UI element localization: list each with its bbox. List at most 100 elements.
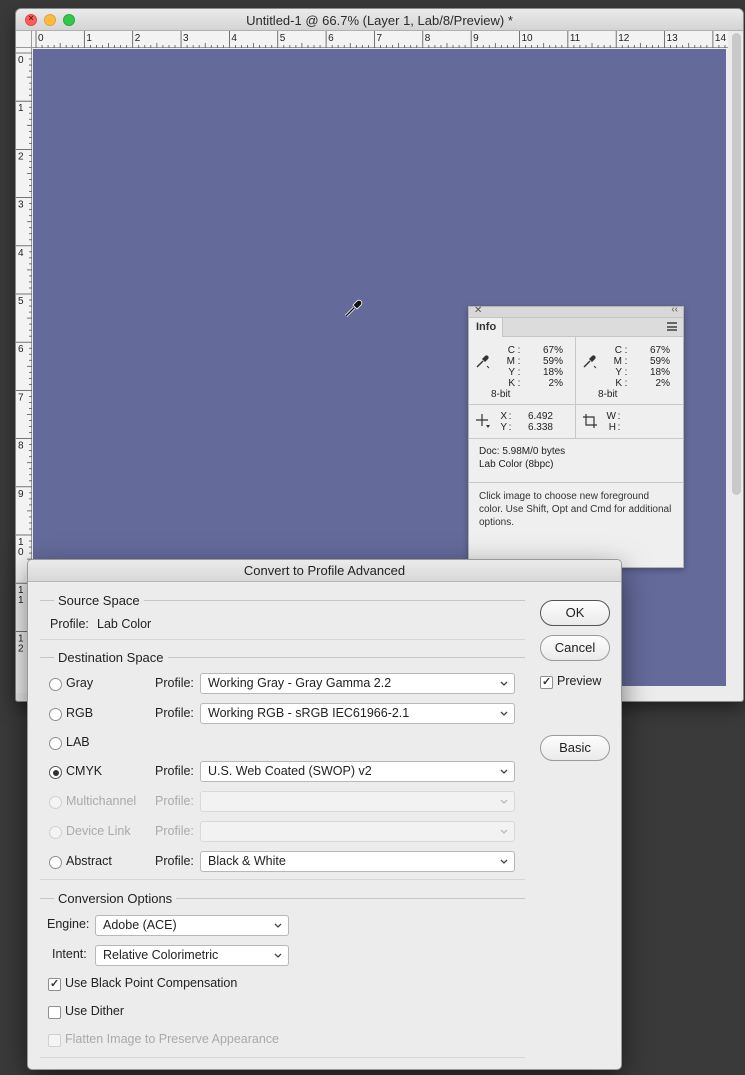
- panel-menu-icon[interactable]: [667, 322, 677, 331]
- radio-multichannel[interactable]: [49, 796, 62, 809]
- ruler-label: 9: [18, 489, 24, 500]
- k-label: K: [615, 378, 622, 389]
- horizontal-ruler[interactable]: 0 1 2 3 4 5 6 7 8 9 10 11 12 13 14: [32, 31, 728, 48]
- radio-label-multichannel: Multichannel: [66, 794, 137, 808]
- w-value: [622, 411, 662, 422]
- profile-select-abstract[interactable]: Black & White: [200, 851, 515, 872]
- engine-select[interactable]: Adobe (ACE): [95, 915, 289, 936]
- ruler-label: 5: [18, 296, 24, 307]
- k-label: K: [508, 378, 515, 389]
- dither-label: Use Dither: [65, 1004, 125, 1018]
- document-info: Doc: 5.98M/0 bytes Lab Color (8bpc): [469, 439, 683, 483]
- chevron-down-icon: [500, 799, 508, 804]
- flatten-checkbox[interactable]: [48, 1034, 61, 1047]
- h-value: [622, 422, 662, 433]
- info-panel: ✕ ‹‹ Info C: 67% M: 59% Y: 18% K: 2% 8-bit C…: [468, 304, 684, 568]
- ruler-label: 1: [18, 103, 24, 114]
- source-space-group: Source Space Profile: Lab Color: [40, 593, 525, 640]
- y-label: Y: [615, 367, 622, 378]
- ruler-label: 4: [231, 33, 237, 44]
- ruler-label: 8: [18, 441, 24, 452]
- chevron-down-icon: [500, 829, 508, 834]
- cmyk-values-2: C: 67% M: 59% Y: 18% K: 2%: [608, 345, 670, 389]
- k-value: 2%: [655, 378, 670, 389]
- profile-select-multichannel[interactable]: [200, 791, 515, 812]
- profile-select-rgb[interactable]: Working RGB - sRGB IEC61966-2.1: [200, 703, 515, 724]
- intent-label: Intent:: [52, 947, 87, 961]
- profile-label: Profile:: [155, 794, 194, 808]
- y-value: 18%: [649, 367, 670, 378]
- tab-info[interactable]: Info: [469, 318, 503, 337]
- ruler-label: 7: [18, 392, 24, 403]
- ruler-origin[interactable]: [16, 31, 32, 48]
- black-point-checkbox[interactable]: ✓: [48, 978, 61, 991]
- k-value: 2%: [548, 378, 563, 389]
- profile-select-gray[interactable]: Working Gray - Gray Gamma 2.2: [200, 673, 515, 694]
- color-readout-1: C: 67% M: 59% Y: 18% K: 2% 8-bit: [469, 337, 576, 404]
- separator: :: [624, 345, 628, 356]
- y-value: 18%: [542, 367, 563, 378]
- ruler-label: 8: [425, 33, 431, 44]
- eyedropper-icon[interactable]: [582, 353, 598, 369]
- radio-label-device-link: Device Link: [66, 824, 131, 838]
- document-title: Untitled-1 @ 66.7% (Layer 1, Lab/8/Previ…: [246, 13, 513, 28]
- collapse-panel-icon[interactable]: ‹‹: [671, 304, 678, 315]
- ruler-label: 2: [135, 33, 141, 44]
- crosshair-icon[interactable]: [475, 413, 491, 429]
- m-value: 59%: [649, 356, 670, 367]
- chevron-down-icon: [500, 859, 508, 864]
- ok-button[interactable]: OK: [540, 600, 610, 626]
- separator: :: [624, 356, 628, 367]
- selection-size-icon: [583, 414, 597, 428]
- m-label: M: [613, 356, 622, 367]
- separator: :: [517, 367, 521, 378]
- engine-label: Engine:: [47, 917, 90, 931]
- cancel-button[interactable]: Cancel: [540, 635, 610, 661]
- profile-select-device-link[interactable]: [200, 821, 515, 842]
- chevron-down-icon: [274, 953, 282, 958]
- eyedropper-icon[interactable]: [475, 353, 491, 369]
- radio-gray[interactable]: [49, 678, 62, 691]
- ruler-label: 0: [38, 33, 44, 44]
- ruler-label: 2: [18, 151, 24, 162]
- position-readout: X:6.492 Y:6.338: [469, 405, 576, 438]
- c-value: 67%: [649, 345, 670, 356]
- close-panel-icon[interactable]: ✕: [474, 305, 482, 316]
- ruler-label: 3: [183, 33, 189, 44]
- vertical-scrollbar[interactable]: [732, 33, 741, 495]
- chevron-down-icon: [274, 923, 282, 928]
- profile-value: Black & White: [208, 854, 286, 868]
- profile-value: Working Gray - Gray Gamma 2.2: [208, 676, 392, 690]
- profile-value: U.S. Web Coated (SWOP) v2: [208, 764, 372, 778]
- xy-values: X:6.492 Y:6.338: [495, 411, 553, 433]
- convert-to-profile-dialog: Convert to Profile Advanced Source Space…: [28, 560, 621, 1069]
- ruler-label: 13: [667, 33, 679, 44]
- basic-button[interactable]: Basic: [540, 735, 610, 761]
- info-panel-tabs: Info: [469, 318, 683, 337]
- radio-cmyk[interactable]: [49, 766, 62, 779]
- radio-lab[interactable]: [49, 737, 62, 750]
- intent-value: Relative Colorimetric: [103, 948, 219, 962]
- destination-space-title: Destination Space: [54, 650, 168, 665]
- profile-label: Profile:: [155, 854, 194, 868]
- intent-select[interactable]: Relative Colorimetric: [95, 945, 289, 966]
- c-label: C: [614, 345, 622, 356]
- source-profile-value: Lab Color: [97, 617, 152, 631]
- destination-space-group: Destination Space Gray Profile: Working Gr…: [40, 650, 525, 880]
- separator: :: [624, 378, 628, 389]
- radio-rgb[interactable]: [49, 708, 62, 721]
- ruler-label: 0: [18, 547, 24, 558]
- profile-select-cmyk[interactable]: U.S. Web Coated (SWOP) v2: [200, 761, 515, 782]
- y-value: 6.338: [527, 422, 553, 433]
- chevron-down-icon: [500, 681, 508, 686]
- radio-device-link[interactable]: [49, 826, 62, 839]
- color-readout-2: C: 67% M: 59% Y: 18% K: 2% 8-bit: [576, 337, 683, 404]
- info-panel-header: ✕ ‹‹: [469, 304, 683, 318]
- ruler-label: 3: [18, 200, 24, 211]
- bit-depth: 8-bit: [491, 389, 511, 400]
- dither-checkbox[interactable]: [48, 1006, 61, 1019]
- radio-abstract[interactable]: [49, 856, 62, 869]
- preview-checkbox[interactable]: ✓: [540, 676, 553, 689]
- ruler-label: 12: [618, 33, 630, 44]
- document-titlebar: × Untitled-1 @ 66.7% (Layer 1, Lab/8/Pre…: [16, 9, 743, 31]
